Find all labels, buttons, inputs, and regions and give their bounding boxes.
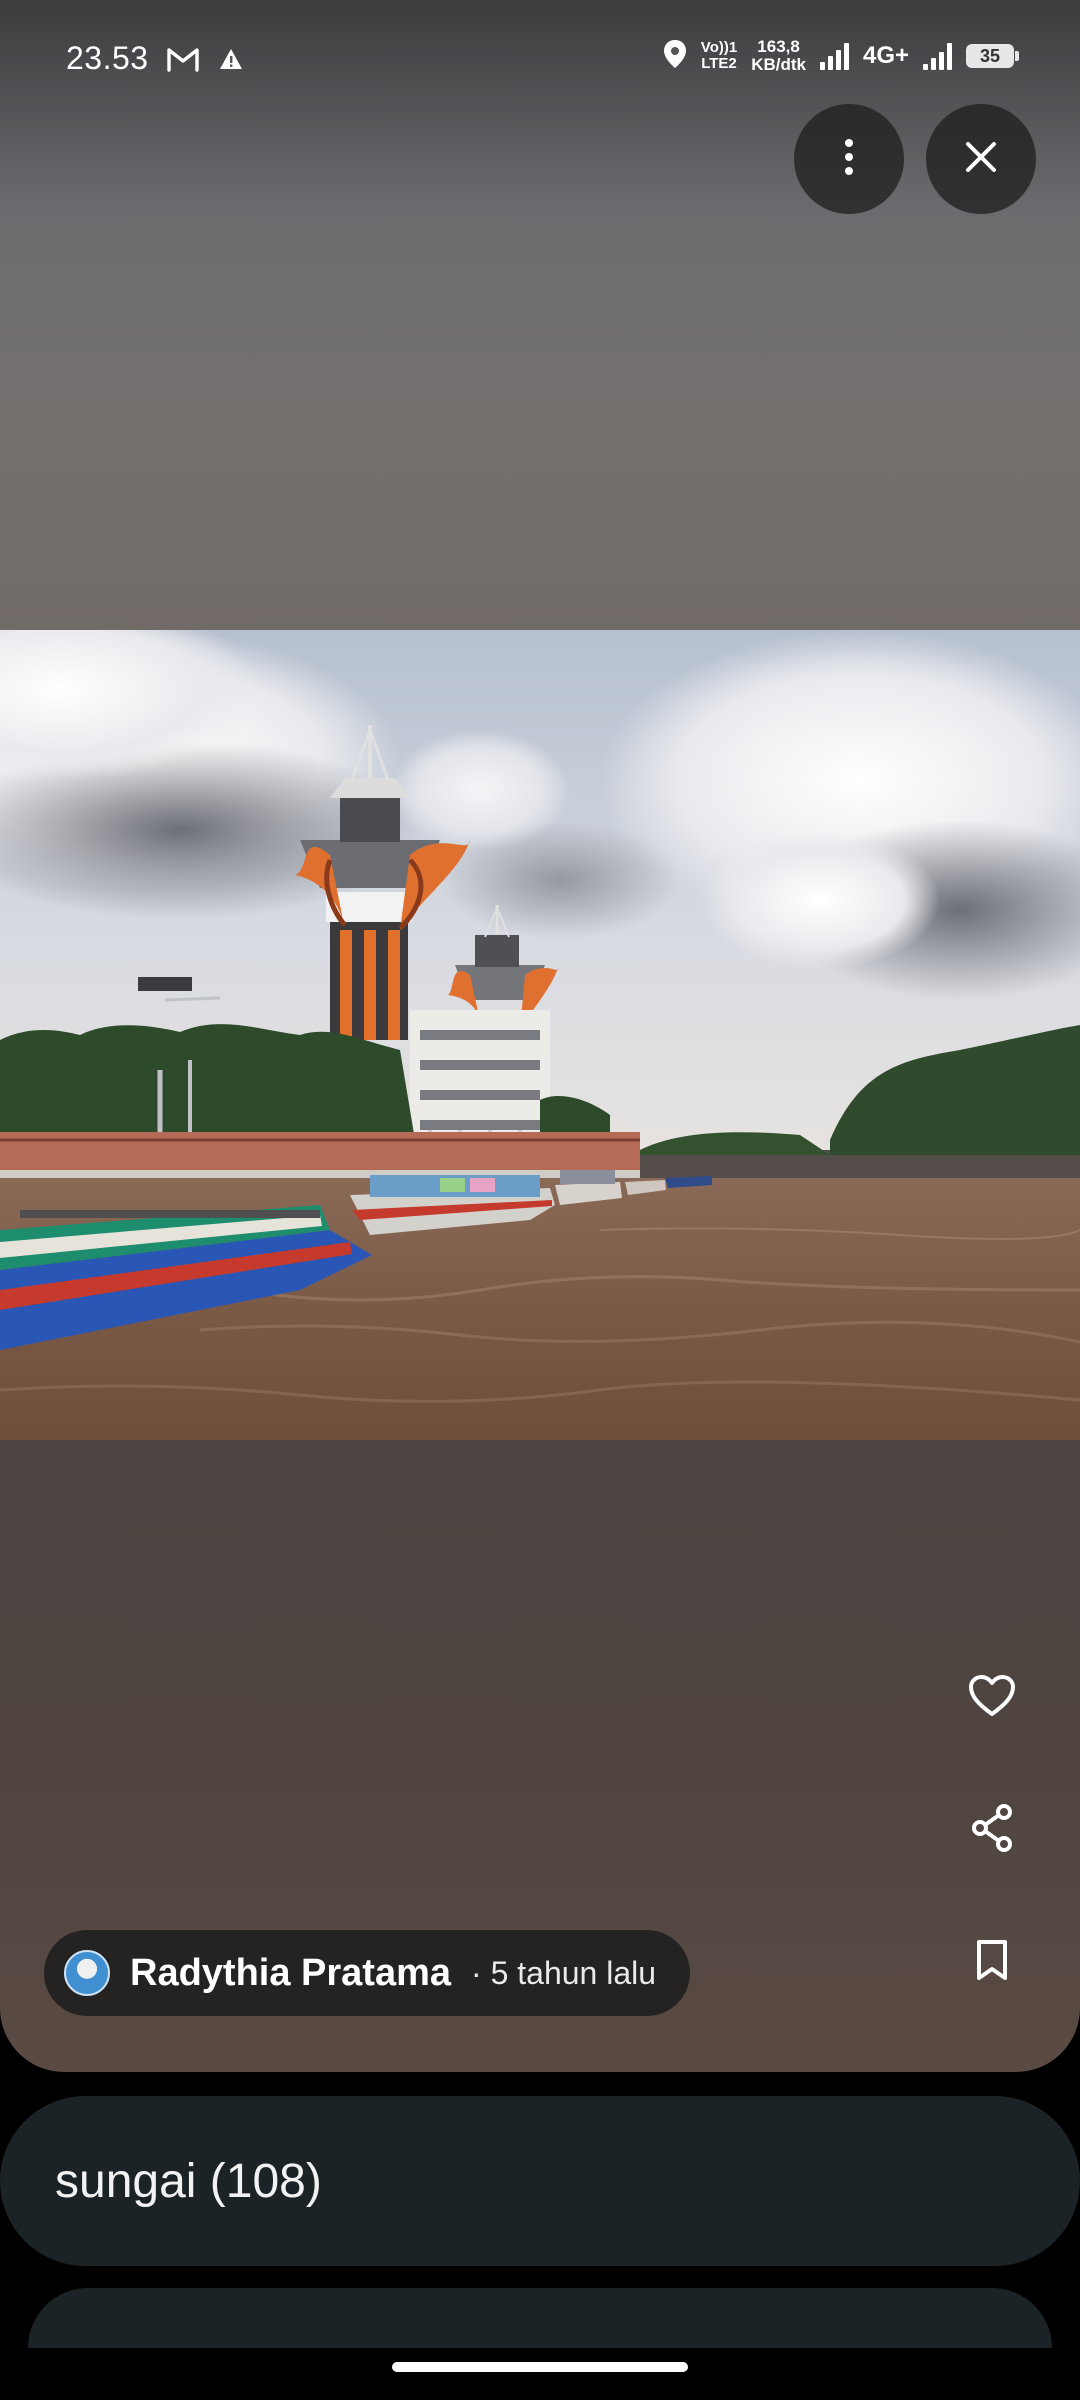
signal-strength-1 xyxy=(819,42,849,70)
status-time: 23.53 xyxy=(66,40,149,76)
like-button[interactable] xyxy=(960,1666,1024,1730)
tag-label: sungai (108) xyxy=(55,2155,322,2208)
share-button[interactable] xyxy=(960,1798,1024,1862)
signal-strength-2 xyxy=(923,42,952,70)
network-type: 4G+ xyxy=(862,42,909,69)
home-indicator[interactable] xyxy=(392,2362,688,2372)
bookmark-icon xyxy=(975,1939,1009,1986)
river-photo[interactable] xyxy=(0,600,1080,1440)
next-card[interactable] xyxy=(28,2288,1052,2348)
battery-indicator: 35 xyxy=(966,44,1019,68)
close-button[interactable] xyxy=(926,104,1036,214)
post-time: · 5 tahun lalu xyxy=(471,1954,657,1991)
alert-icon xyxy=(218,47,244,76)
notification-icons xyxy=(166,46,244,77)
avatar xyxy=(64,1950,110,1996)
author-name: Radythia Pratama xyxy=(130,1951,452,1994)
tag-chip[interactable]: sungai (108) xyxy=(0,2096,1080,2266)
location-icon xyxy=(663,39,687,74)
speed-unit: KB/dtk xyxy=(751,55,806,74)
status-icons: Vo))1 LTE2 163,8 KB/dtk 4G+ 35 xyxy=(663,38,1019,74)
bookmark-button[interactable] xyxy=(960,1930,1024,1994)
lte-label: LTE2 xyxy=(701,55,737,72)
volte-indicator: Vo))1 LTE2 xyxy=(701,40,737,72)
status-bar: 23.53 Vo))1 LTE2 163,8 KB/dtk 4G+ 35 xyxy=(0,0,1080,124)
more-options-button[interactable] xyxy=(794,104,904,214)
photo-viewer: 23.53 Vo))1 LTE2 163,8 KB/dtk 4G+ 35 Rad… xyxy=(0,0,1080,2072)
volte-label: Vo))1 xyxy=(700,39,738,56)
share-icon xyxy=(970,1803,1014,1857)
gmail-icon xyxy=(166,46,200,77)
close-icon xyxy=(964,140,998,179)
author-chip[interactable]: Radythia Pratama · 5 tahun lalu xyxy=(44,1930,691,2016)
network-speed: 163,8 KB/dtk xyxy=(751,38,806,74)
more-vert-icon xyxy=(843,137,855,182)
speed-value: 163,8 xyxy=(757,37,800,56)
heart-icon xyxy=(968,1674,1016,1723)
